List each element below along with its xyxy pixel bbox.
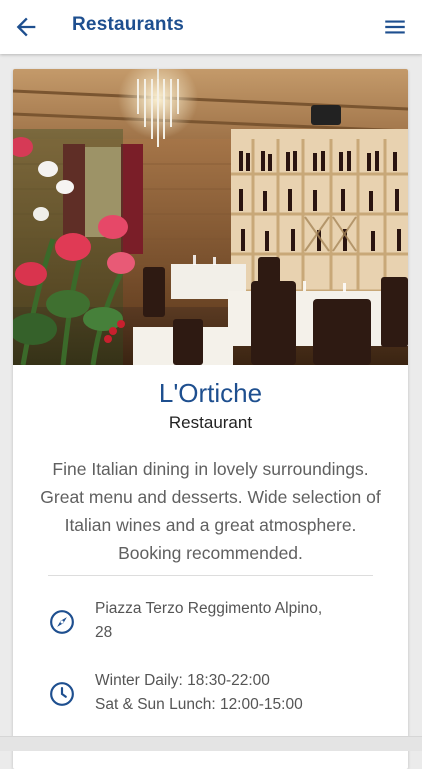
address-text: Piazza Terzo Reggimento Alpino, 28 bbox=[95, 597, 385, 645]
restaurant-description: Fine Italian dining in lovely surroundin… bbox=[40, 459, 381, 563]
menu-button[interactable] bbox=[382, 14, 408, 40]
compass-icon bbox=[50, 610, 74, 634]
restaurant-photo bbox=[13, 69, 408, 365]
app-bar: Restaurants bbox=[0, 0, 422, 54]
divider bbox=[48, 575, 373, 576]
restaurant-card: L'Ortiche Restaurant Fine Italian dining… bbox=[13, 69, 408, 769]
restaurant-category: Restaurant bbox=[168, 413, 253, 432]
back-button[interactable] bbox=[12, 13, 40, 41]
hamburger-menu-icon bbox=[385, 20, 405, 34]
page-title: Restaurants bbox=[72, 14, 185, 35]
address-line-2: 28 bbox=[95, 624, 113, 641]
hours-text: Winter Daily: 18:30-22:00 Sat & Sun Lunc… bbox=[95, 669, 385, 717]
bottom-strip bbox=[0, 736, 422, 751]
arrow-left-icon bbox=[16, 17, 36, 37]
clock-icon bbox=[50, 682, 74, 706]
address-line-1: Piazza Terzo Reggimento Alpino, bbox=[95, 600, 323, 617]
hours-line-2: Sat & Sun Lunch: 12:00-15:00 bbox=[95, 696, 303, 713]
hours-line-1: Winter Daily: 18:30-22:00 bbox=[95, 672, 270, 689]
restaurant-name: L'Ortiche bbox=[158, 378, 263, 408]
